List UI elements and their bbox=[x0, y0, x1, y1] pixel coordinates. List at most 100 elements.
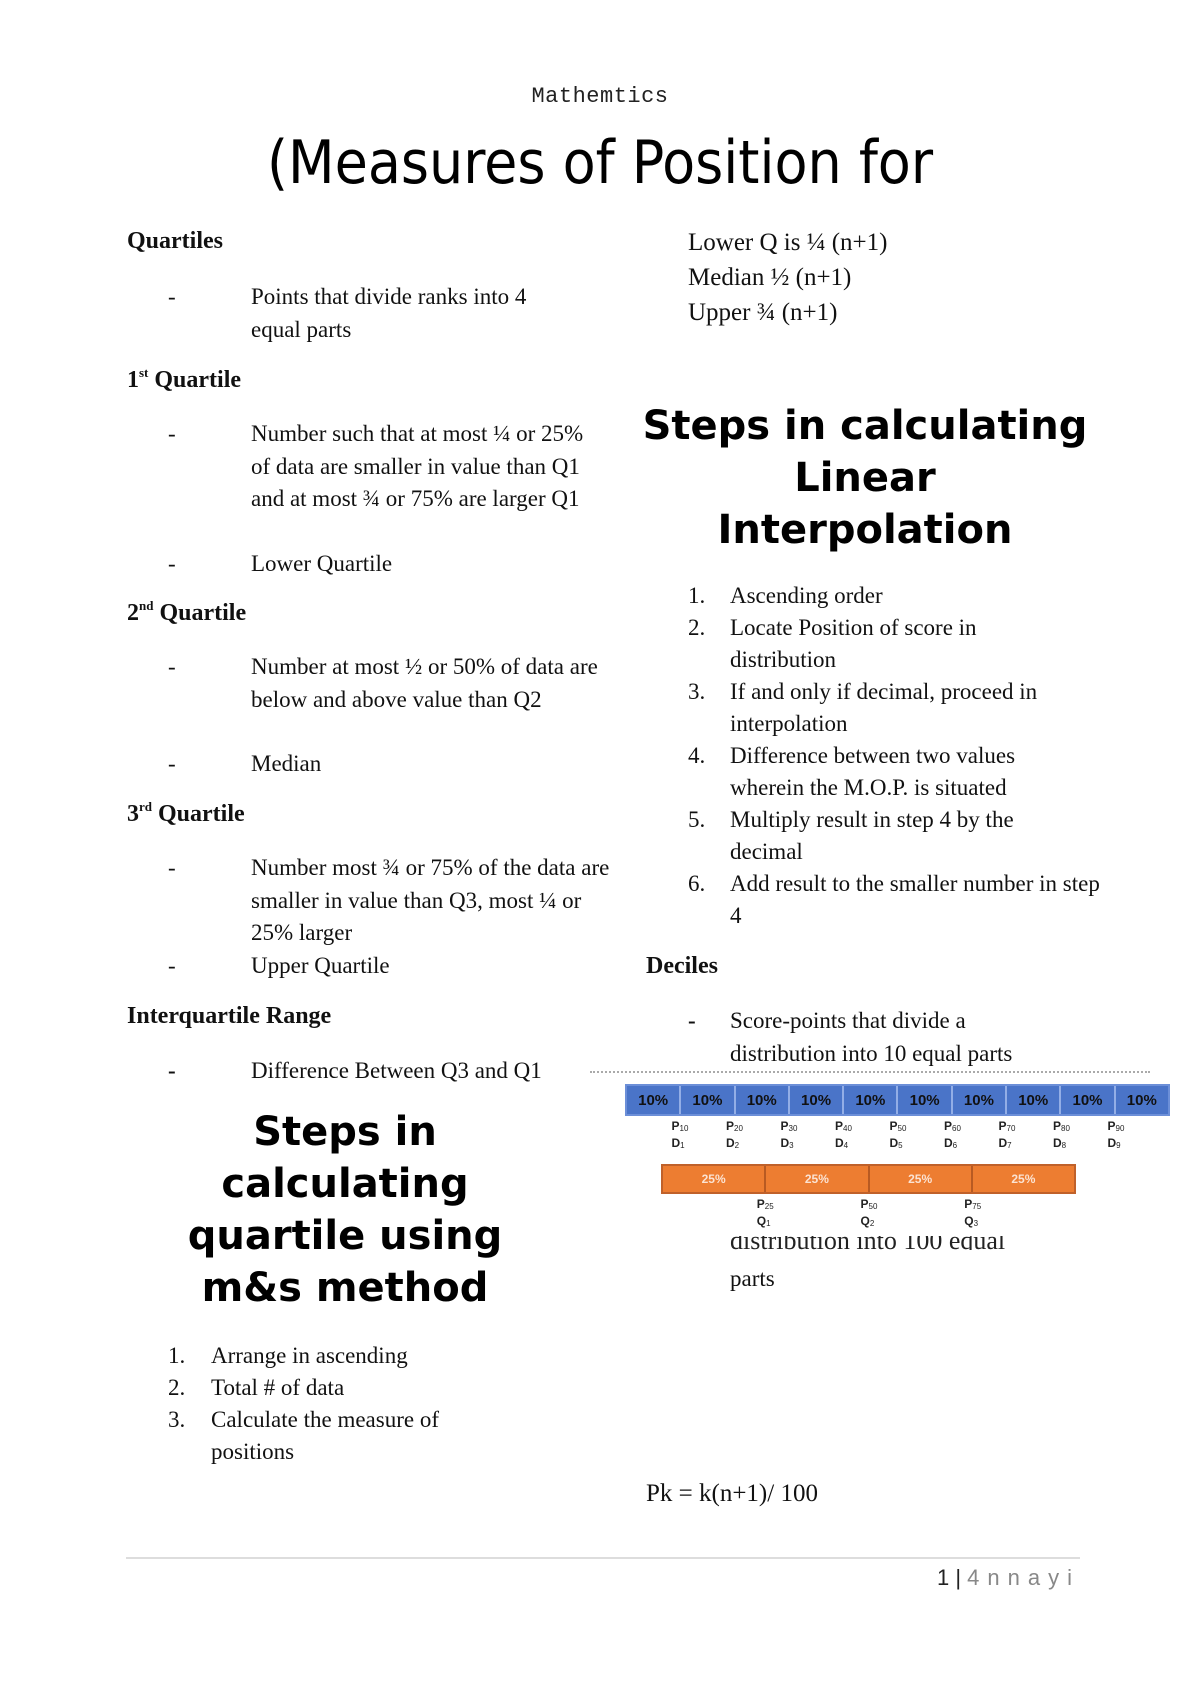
heading-deciles: Deciles bbox=[646, 953, 718, 979]
decile-label: D4 bbox=[835, 1136, 849, 1150]
heading-first-quartile: 1st Quartile bbox=[127, 365, 241, 394]
heading-text: Quartile bbox=[153, 600, 247, 626]
decile-segment: 10% bbox=[736, 1086, 790, 1114]
decile-segment: 10% bbox=[1007, 1086, 1062, 1114]
position-marker: P75 Q3 bbox=[964, 1197, 981, 1231]
formula-median: Median ½ (n+1) bbox=[688, 264, 852, 291]
decile-label: D9 bbox=[1107, 1136, 1121, 1150]
item-text: Median bbox=[251, 751, 322, 776]
step-item: 3. If and only if decimal, proceed in int… bbox=[688, 676, 1088, 740]
decile-segment: 10% bbox=[1061, 1086, 1116, 1114]
decile-segment: 10% bbox=[953, 1086, 1008, 1114]
interpolation-steps: 1. Ascending order 2. Locate Position of s… bbox=[688, 580, 1100, 932]
dash-bullet: - bbox=[168, 953, 176, 978]
position-marker: P30 D3 bbox=[781, 1119, 798, 1153]
percentile-label: P90 bbox=[1107, 1119, 1125, 1133]
heading-text: Quartile bbox=[152, 801, 245, 827]
step-text: Add result to the smaller number in step… bbox=[730, 871, 1100, 928]
heading-sup: rd bbox=[139, 799, 152, 814]
item-text: Number most ¾ or 75% of the data are sma… bbox=[251, 855, 610, 945]
step-number: 2. bbox=[688, 615, 706, 640]
percentile-label: P70 bbox=[998, 1119, 1016, 1133]
decile-segment: 10% bbox=[681, 1086, 736, 1114]
item-text: Difference Between Q3 and Q1 bbox=[251, 1058, 542, 1083]
page-number: 1 bbox=[936, 1565, 950, 1590]
dash-bullet: - bbox=[168, 1058, 176, 1083]
figure-cutoff-line bbox=[590, 1071, 1150, 1073]
position-marker: P25 Q1 bbox=[757, 1197, 774, 1231]
percentile-label: P50 bbox=[860, 1197, 878, 1211]
step-text: Calculate the measure of positions bbox=[211, 1407, 439, 1464]
position-marker: P40 D4 bbox=[835, 1119, 852, 1153]
heading-quartiles: Quartiles bbox=[127, 228, 223, 254]
dash-bullet: - bbox=[168, 284, 176, 309]
heading-num: 1 bbox=[127, 367, 139, 393]
percentile-label: P10 bbox=[671, 1119, 689, 1133]
quartile-label: Q1 bbox=[756, 1214, 771, 1228]
heading-sup: st bbox=[139, 365, 149, 380]
decile-segment: 10% bbox=[627, 1086, 682, 1114]
heading-ms-method: Steps in calculating quartile using m&s … bbox=[187, 1109, 503, 1311]
step-item: 1. Ascending order bbox=[688, 580, 1088, 612]
step-number: 1. bbox=[168, 1343, 186, 1368]
dash-bullet: - bbox=[168, 551, 176, 576]
step-item: 3. Calculate the measure of positions bbox=[168, 1404, 501, 1468]
decile-label: D1 bbox=[671, 1136, 685, 1150]
dash-bullet: - bbox=[168, 654, 176, 679]
step-item: 2. Total # of data bbox=[168, 1372, 548, 1404]
step-text: If and only if decimal, proceed in inter… bbox=[730, 679, 1038, 736]
quartile-label: Q2 bbox=[860, 1214, 875, 1228]
percentile-tail: parts bbox=[730, 1266, 775, 1291]
decile-label: D7 bbox=[998, 1136, 1012, 1150]
decile-segment: 10% bbox=[1126, 1091, 1157, 1109]
decile-bar: 10% 10% 10% 10% 10% 10% 10% 10% 10% 10% bbox=[625, 1084, 1170, 1116]
dash-bullet: - bbox=[168, 855, 176, 880]
item-text: Points that divide ranks into 4 equal pa… bbox=[251, 284, 527, 342]
step-text: Arrange in ascending bbox=[211, 1343, 408, 1368]
step-item: 2. Locate Position of score in distributi… bbox=[688, 612, 1030, 676]
quartile-segment: 25% bbox=[663, 1166, 767, 1192]
step-number: 2. bbox=[168, 1375, 186, 1400]
step-item: 6. Add result to the smaller number in st… bbox=[688, 868, 1100, 932]
decile-label: D6 bbox=[944, 1136, 958, 1150]
step-text: Locate Position of score in distribution bbox=[730, 615, 977, 672]
quartile-bar: 25% 25% 25% 25% bbox=[661, 1164, 1076, 1194]
position-marker: P20 D2 bbox=[726, 1119, 743, 1153]
item-text: Number such that at most ¼ or 25% of dat… bbox=[251, 421, 584, 511]
step-text: Ascending order bbox=[730, 583, 883, 608]
decile-label: D2 bbox=[726, 1136, 740, 1150]
footer-separator: | bbox=[955, 1565, 962, 1590]
step-text: Difference between two values wherein th… bbox=[730, 743, 1016, 800]
percentile-label: P50 bbox=[889, 1119, 907, 1133]
ms-method-steps: 1. Arrange in ascending 2. Total # of data… bbox=[168, 1340, 548, 1468]
step-number: 4. bbox=[688, 743, 706, 768]
heading-text: Quartile bbox=[148, 367, 242, 393]
position-marker: P50 D5 bbox=[890, 1119, 907, 1153]
document-title: (Measures of Position for bbox=[266, 128, 934, 198]
step-text: Multiply result in step 4 by the decimal bbox=[730, 807, 1014, 864]
dash-bullet: - bbox=[688, 1008, 696, 1033]
step-item: 5. Multiply result in step 4 by the decim… bbox=[688, 804, 1070, 868]
step-number: 1. bbox=[688, 583, 706, 608]
step-item: 1. Arrange in ascending bbox=[168, 1340, 548, 1372]
position-marker: P70 D7 bbox=[999, 1119, 1016, 1153]
dash-bullet: - bbox=[168, 751, 176, 776]
percentile-label: P40 bbox=[835, 1119, 852, 1133]
position-marker: P80 D8 bbox=[1053, 1119, 1070, 1153]
heading-sup: nd bbox=[139, 598, 154, 613]
quartile-segment: 25% bbox=[870, 1166, 973, 1192]
position-marker: P90 D9 bbox=[1108, 1119, 1125, 1153]
step-number: 5. bbox=[688, 807, 706, 832]
decile-label: D8 bbox=[1053, 1136, 1067, 1150]
item-text: Lower Quartile bbox=[251, 551, 393, 576]
heading-num: 2 bbox=[127, 600, 139, 626]
heading-interquartile-range: Interquartile Range bbox=[127, 1003, 332, 1029]
decile-label: D3 bbox=[780, 1136, 794, 1150]
percentile-cut-text: distribution into 100 equal bbox=[730, 1236, 1070, 1250]
decile-segment: 10% bbox=[898, 1086, 953, 1114]
percentile-label: P25 bbox=[756, 1197, 774, 1211]
step-item: 4. Difference between two values wherein … bbox=[688, 740, 1070, 804]
step-text: Total # of data bbox=[211, 1375, 345, 1400]
footer-author: 4nnayi bbox=[967, 1565, 1080, 1590]
quartile-segment: 25% bbox=[766, 1166, 870, 1192]
